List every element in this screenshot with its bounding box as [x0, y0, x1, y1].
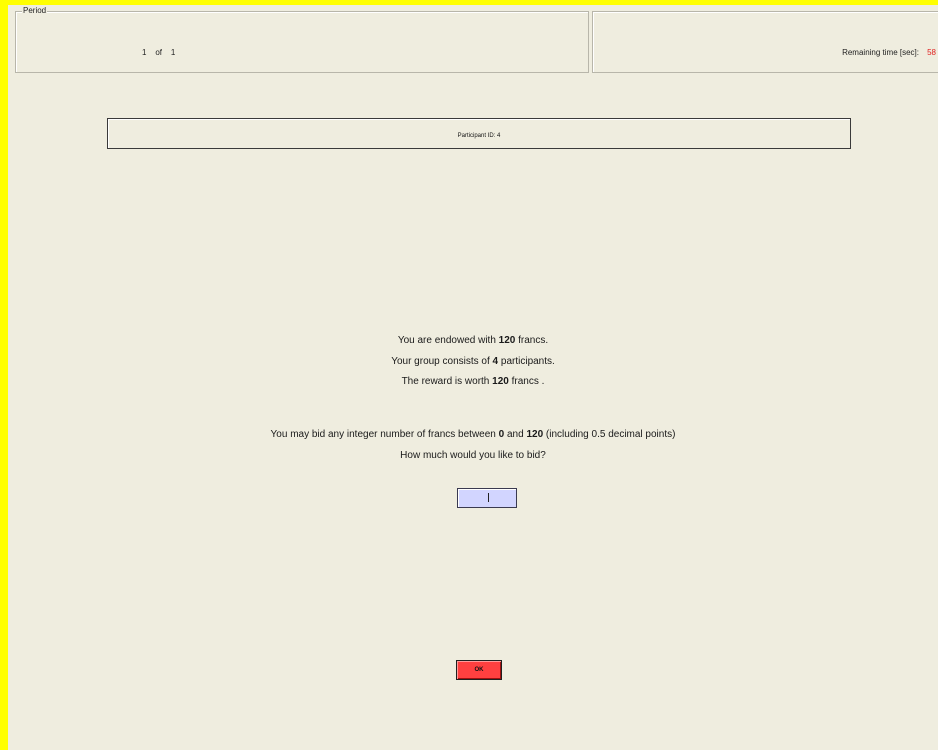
period-of-label: of [155, 48, 163, 57]
bid-question: How much would you like to bid? [400, 450, 546, 461]
participant-id-label: Participant ID: 4 [457, 133, 501, 139]
reward-suffix: francs . [508, 376, 545, 387]
period-legend: Period [22, 5, 48, 17]
reward-amount: 120 [492, 376, 509, 387]
group-size-text: Your group consists of 4 participants. [8, 356, 938, 367]
remaining-time-value: 58 [927, 48, 936, 57]
ok-button[interactable]: OK [456, 660, 502, 680]
period-total: 1 [170, 48, 176, 57]
bid-range-max: 120 [526, 429, 544, 440]
reward-text: The reward is worth 120 francs . [8, 376, 938, 387]
bid-range-text: You may bid any integer number of francs… [8, 429, 938, 440]
period-panel: Period 1 of 1 [15, 5, 589, 73]
group-size-prefix: Your group consists of [391, 356, 493, 367]
text-cursor [488, 493, 489, 502]
bid-range-suffix: (including 0.5 decimal points) [543, 429, 676, 440]
bid-input[interactable] [457, 488, 517, 508]
period-current: 1 [142, 48, 147, 57]
endowment-suffix: francs. [515, 335, 549, 346]
group-size-suffix: participants. [498, 356, 555, 367]
timer-panel: Remaining time [sec]: 58 [592, 11, 938, 73]
experiment-screen: Period 1 of 1 Remaining time [sec]: 58 P… [8, 5, 938, 750]
endowment-amount: 120 [498, 335, 516, 346]
bid-range-prefix: You may bid any integer number of francs… [270, 429, 499, 440]
bid-range-middle: and [504, 429, 527, 440]
endowment-text: You are endowed with 120 francs. [8, 335, 938, 346]
remaining-time-label: Remaining time [sec]: [842, 48, 919, 57]
reward-prefix: The reward is worth [401, 376, 493, 387]
endowment-prefix: You are endowed with [397, 335, 499, 346]
participant-id-box: Participant ID: 4 [107, 118, 851, 149]
period-indicator: 1 of 1 [142, 48, 175, 57]
